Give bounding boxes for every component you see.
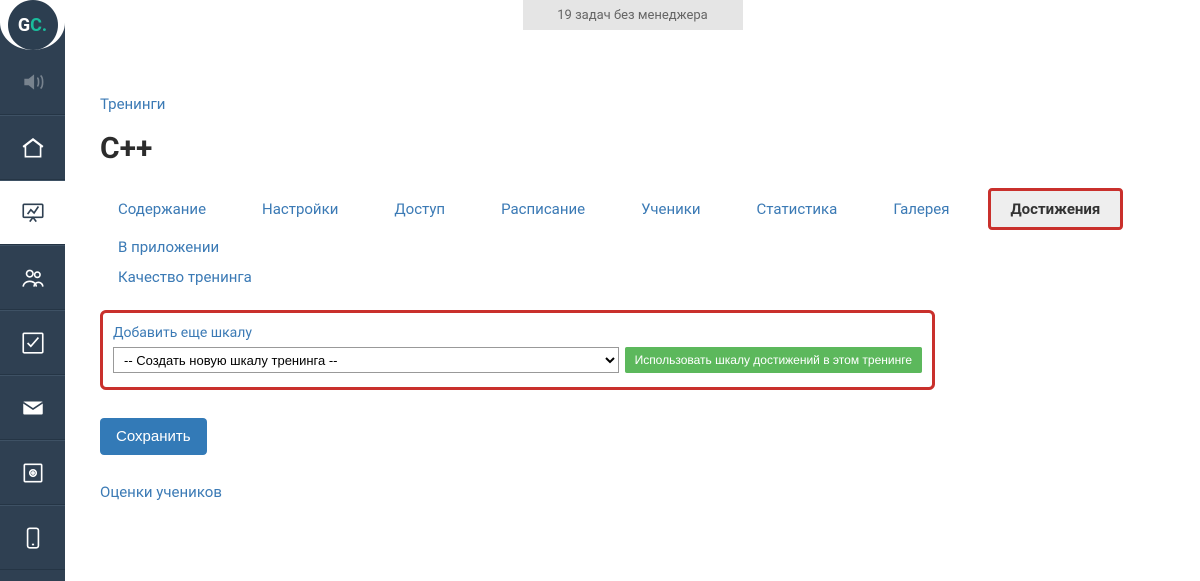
apply-scale-button[interactable]: Использовать шкалу достижений в этом тре… [625,347,922,373]
sidebar-item-sound[interactable] [0,50,65,115]
tab-schedule[interactable]: Расписание [483,192,603,226]
logo-g: G [18,15,30,36]
tab-gallery[interactable]: Галерея [875,192,967,226]
logo[interactable]: GC. [0,0,65,50]
student-grades-link[interactable]: Оценки учеников [100,483,222,501]
sidebar-item-mobile[interactable] [0,505,65,570]
tabs: Содержание Настройки Доступ Расписание У… [100,188,1165,286]
safe-icon [20,460,46,486]
check-square-icon [20,330,46,356]
tab-in-app[interactable]: В приложении [100,230,237,264]
save-button[interactable]: Сохранить [100,418,207,455]
content: Тренинги С++ Содержание Настройки Доступ… [65,0,1200,501]
tab-students[interactable]: Ученики [623,192,718,226]
add-scale-panel: Добавить еще шкалу -- Создать новую шкал… [100,310,935,390]
scale-select[interactable]: -- Создать новую шкалу тренинга -- [113,347,619,373]
sidebar-item-mail[interactable] [0,375,65,440]
sidebar-item-home[interactable] [0,115,65,180]
breadcrumb[interactable]: Тренинги [100,95,165,113]
mobile-icon [20,525,46,551]
sidebar-item-tasks[interactable] [0,310,65,375]
tab-content[interactable]: Содержание [100,192,224,226]
add-scale-label: Добавить еще шкалу [113,325,922,341]
sidebar-item-users[interactable] [0,245,65,310]
sidebar-item-presentation[interactable] [0,180,65,245]
presentation-icon [20,200,46,226]
tab-achievements[interactable]: Достижения [988,188,1124,230]
tab-settings[interactable]: Настройки [244,192,356,226]
mail-icon [20,395,46,421]
tab-quality[interactable]: Качество тренинга [100,260,270,294]
tab-stats[interactable]: Статистика [739,192,856,226]
sidebar: GC. [0,0,65,581]
users-icon [20,265,46,291]
home-icon [20,135,46,161]
tab-access[interactable]: Доступ [376,192,463,226]
page-title: С++ [100,131,1165,166]
logo-c: C [30,15,42,36]
speaker-icon [20,69,46,95]
sidebar-item-safe[interactable] [0,440,65,505]
logo-dot: . [42,15,47,36]
